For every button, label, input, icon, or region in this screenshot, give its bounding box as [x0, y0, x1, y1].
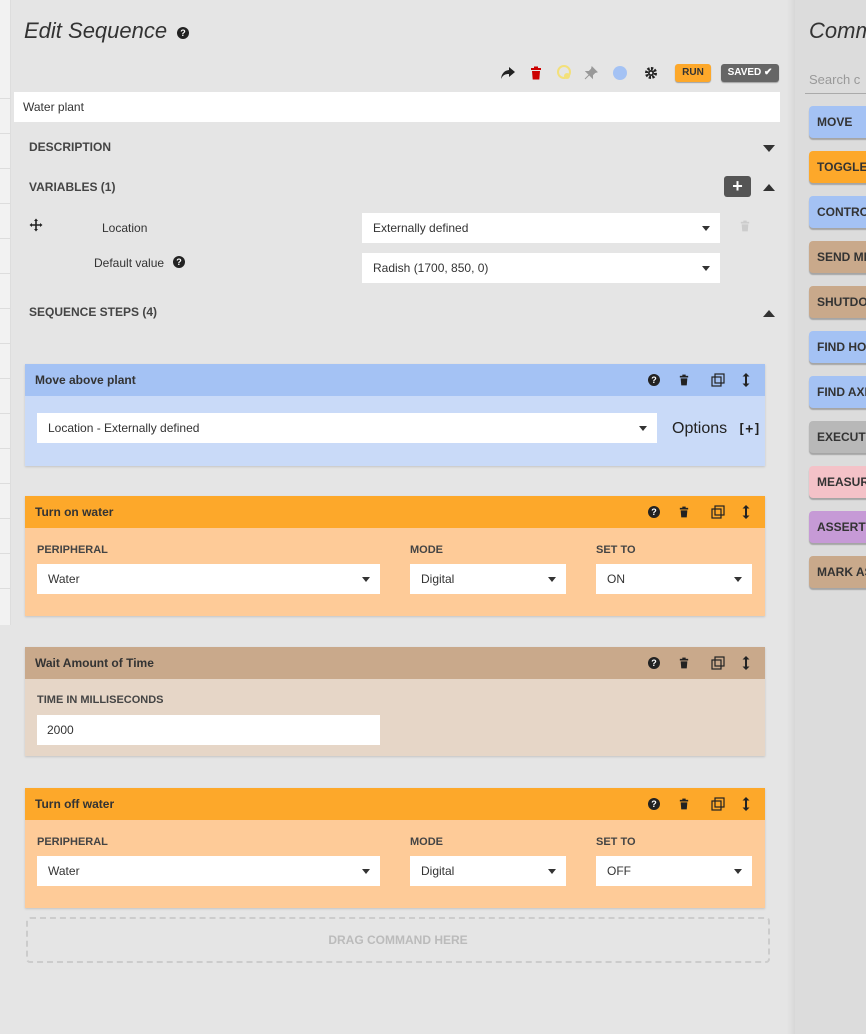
- peripheral-value: Water: [48, 864, 80, 878]
- run-button[interactable]: RUN: [675, 64, 711, 82]
- step-turn-on-water: Turn on water ? PERIPHERAL MODE SET TO W…: [25, 496, 765, 616]
- commands-title: Comm: [809, 18, 866, 43]
- page-title-text: Edit Sequence: [24, 18, 168, 43]
- step-wait: Wait Amount of Time ? TIME IN MILLISECON…: [25, 647, 765, 756]
- step-title: Wait Amount of Time: [35, 656, 154, 670]
- reorder-handle-icon[interactable]: [739, 504, 753, 520]
- drag-move-icon[interactable]: [29, 218, 43, 237]
- step-turn-off-water: Turn off water ? PERIPHERAL MODE SET TO …: [25, 788, 765, 908]
- command-item[interactable]: TOGGLE: [809, 151, 866, 183]
- mode-value: Digital: [421, 864, 455, 878]
- saved-button[interactable]: SAVED ✔: [721, 64, 779, 82]
- peripheral-select[interactable]: Water: [37, 564, 380, 594]
- set-to-select[interactable]: ON: [596, 564, 752, 594]
- sequence-editor: Edit Sequence ? RUN SAVED ✔ Water plant …: [11, 0, 795, 1034]
- duplicate-icon[interactable]: [711, 655, 725, 671]
- mode-select[interactable]: Digital: [410, 856, 566, 886]
- delete-icon[interactable]: [677, 504, 691, 520]
- command-item[interactable]: FIND HO: [809, 331, 866, 363]
- collapse-variables-icon[interactable]: [763, 184, 775, 191]
- mode-label: MODE: [410, 544, 443, 556]
- mode-label: MODE: [410, 836, 443, 848]
- peripheral-select[interactable]: Water: [37, 856, 380, 886]
- delete-variable-icon[interactable]: [740, 219, 750, 237]
- reorder-handle-icon[interactable]: [739, 796, 753, 812]
- set-to-value: OFF: [607, 864, 631, 878]
- variable-label: Location: [102, 221, 148, 235]
- command-item[interactable]: SHUTDOV: [809, 286, 866, 318]
- variables-header[interactable]: VARIABLES (1): [29, 180, 115, 194]
- expand-description-icon[interactable]: [763, 145, 775, 152]
- peripheral-value: Water: [48, 572, 80, 586]
- step-title: Turn off water: [35, 797, 115, 811]
- set-to-label: SET TO: [596, 836, 636, 848]
- gear-icon[interactable]: [642, 62, 660, 84]
- set-to-select[interactable]: OFF: [596, 856, 752, 886]
- duplicate-icon[interactable]: [711, 372, 725, 388]
- add-variable-button[interactable]: +: [724, 176, 751, 197]
- help-icon[interactable]: ?: [177, 27, 189, 39]
- command-item[interactable]: CONTRO: [809, 196, 866, 228]
- command-search-input[interactable]: Search c: [805, 66, 866, 94]
- help-icon[interactable]: ?: [647, 372, 661, 388]
- variable-value-select[interactable]: Externally defined: [362, 213, 720, 243]
- command-item[interactable]: MARK AS: [809, 556, 866, 588]
- step-header[interactable]: Move above plant ?: [25, 364, 765, 396]
- duplicate-icon[interactable]: [711, 504, 725, 520]
- command-item[interactable]: SEND ME: [809, 241, 866, 273]
- step-title: Move above plant: [35, 373, 136, 387]
- command-item[interactable]: FIND AXI: [809, 376, 866, 408]
- peripheral-label: PERIPHERAL: [37, 544, 108, 556]
- pin-icon[interactable]: [582, 62, 600, 84]
- step-header[interactable]: Turn on water ?: [25, 496, 765, 528]
- commands-panel: Comm Search c MOVE TOGGLE CONTRO SEND ME SHU…: [795, 0, 866, 1034]
- location-value: Location - Externally defined: [48, 421, 200, 435]
- panel-divider: [787, 0, 795, 1034]
- variable-value: Externally defined: [373, 221, 469, 235]
- drop-zone[interactable]: DRAG COMMAND HERE: [26, 917, 770, 963]
- sequence-steps-header[interactable]: SEQUENCE STEPS (4): [29, 305, 157, 319]
- options-toggle[interactable]: Options [+]: [672, 420, 761, 438]
- help-icon[interactable]: ?: [647, 655, 661, 671]
- time-label: TIME IN MILLISECONDS: [37, 694, 164, 706]
- set-to-label: SET TO: [596, 544, 636, 556]
- mode-select[interactable]: Digital: [410, 564, 566, 594]
- command-item[interactable]: EXECUTE: [809, 421, 866, 453]
- collapse-steps-icon[interactable]: [763, 310, 775, 317]
- default-value: Radish (1700, 850, 0): [373, 261, 489, 275]
- delete-icon[interactable]: [677, 655, 691, 671]
- description-header[interactable]: DESCRIPTION: [29, 140, 111, 154]
- share-icon[interactable]: [499, 62, 517, 84]
- help-icon[interactable]: ?: [173, 256, 185, 268]
- delete-icon[interactable]: [677, 372, 691, 388]
- time-input[interactable]: 2000: [37, 715, 380, 745]
- reorder-handle-icon[interactable]: [739, 655, 753, 671]
- duplicate-icon[interactable]: [711, 796, 725, 812]
- mode-value: Digital: [421, 572, 455, 586]
- options-label: Options: [672, 420, 728, 437]
- delete-icon[interactable]: [677, 796, 691, 812]
- location-select[interactable]: Location - Externally defined: [37, 413, 657, 443]
- help-icon[interactable]: ?: [647, 504, 661, 520]
- command-item[interactable]: ASSERTI: [809, 511, 866, 543]
- sequence-name-input[interactable]: Water plant: [14, 92, 780, 122]
- set-to-value: ON: [607, 572, 625, 586]
- peripheral-label: PERIPHERAL: [37, 836, 108, 848]
- default-value-label: Default value: [94, 256, 165, 270]
- default-value-select[interactable]: Radish (1700, 850, 0): [362, 253, 720, 283]
- expand-options-icon: [+]: [737, 422, 762, 437]
- command-item[interactable]: MEASUR: [809, 466, 866, 498]
- command-item[interactable]: MOVE: [809, 106, 866, 138]
- left-panel-edge: [0, 0, 11, 1034]
- reorder-handle-icon[interactable]: [739, 372, 753, 388]
- color-picker-icon[interactable]: [611, 62, 629, 84]
- step-header[interactable]: Turn off water ?: [25, 788, 765, 820]
- step-title: Turn on water: [35, 505, 114, 519]
- delete-icon[interactable]: [527, 62, 545, 84]
- page-title: Edit Sequence ?: [24, 18, 189, 44]
- help-icon[interactable]: ?: [647, 796, 661, 812]
- step-move: Move above plant ? Location - Externally…: [25, 364, 765, 466]
- lightbulb-icon[interactable]: [555, 62, 573, 84]
- step-header[interactable]: Wait Amount of Time ?: [25, 647, 765, 679]
